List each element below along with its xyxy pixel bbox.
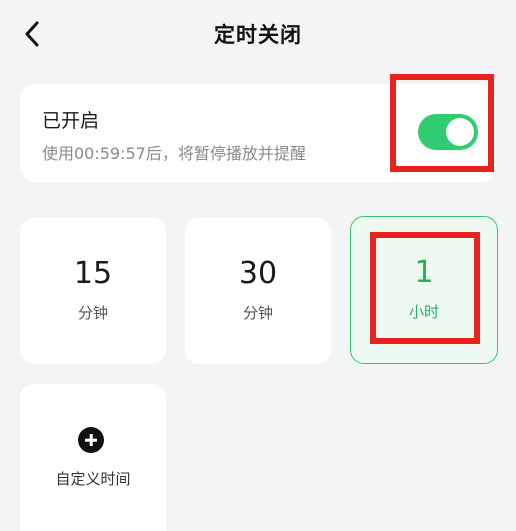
option-number: 30 — [238, 256, 278, 291]
custom-time-option[interactable]: 自定义时间 — [20, 384, 166, 531]
option-1-hour[interactable]: 1 小时 — [350, 216, 498, 364]
option-unit: 分钟 — [77, 304, 108, 322]
option-unit: 小时 — [408, 303, 439, 321]
timer-toggle-switch[interactable] — [418, 114, 478, 150]
chevron-left-icon — [25, 21, 39, 47]
option-unit: 分钟 — [242, 304, 273, 322]
plus-circle-icon — [78, 427, 104, 453]
timer-status-title: 已开启 — [42, 110, 100, 132]
option-15-minutes[interactable]: 15 分钟 — [20, 218, 166, 364]
custom-time-label: 自定义时间 — [55, 470, 131, 488]
page-title: 定时关闭 — [214, 23, 302, 47]
header: 定时关闭 — [0, 0, 516, 68]
option-30-minutes[interactable]: 30 分钟 — [185, 218, 331, 364]
back-button[interactable] — [14, 14, 50, 54]
timer-status-description: 使用00:59:57后，将暂停播放并提醒 — [42, 144, 306, 163]
toggle-knob — [446, 118, 474, 146]
timer-close-page: 定时关闭 已开启 使用00:59:57后，将暂停播放并提醒 15 分钟 30 分… — [0, 0, 516, 531]
option-number: 15 — [73, 256, 113, 291]
option-number: 1 — [414, 255, 434, 290]
